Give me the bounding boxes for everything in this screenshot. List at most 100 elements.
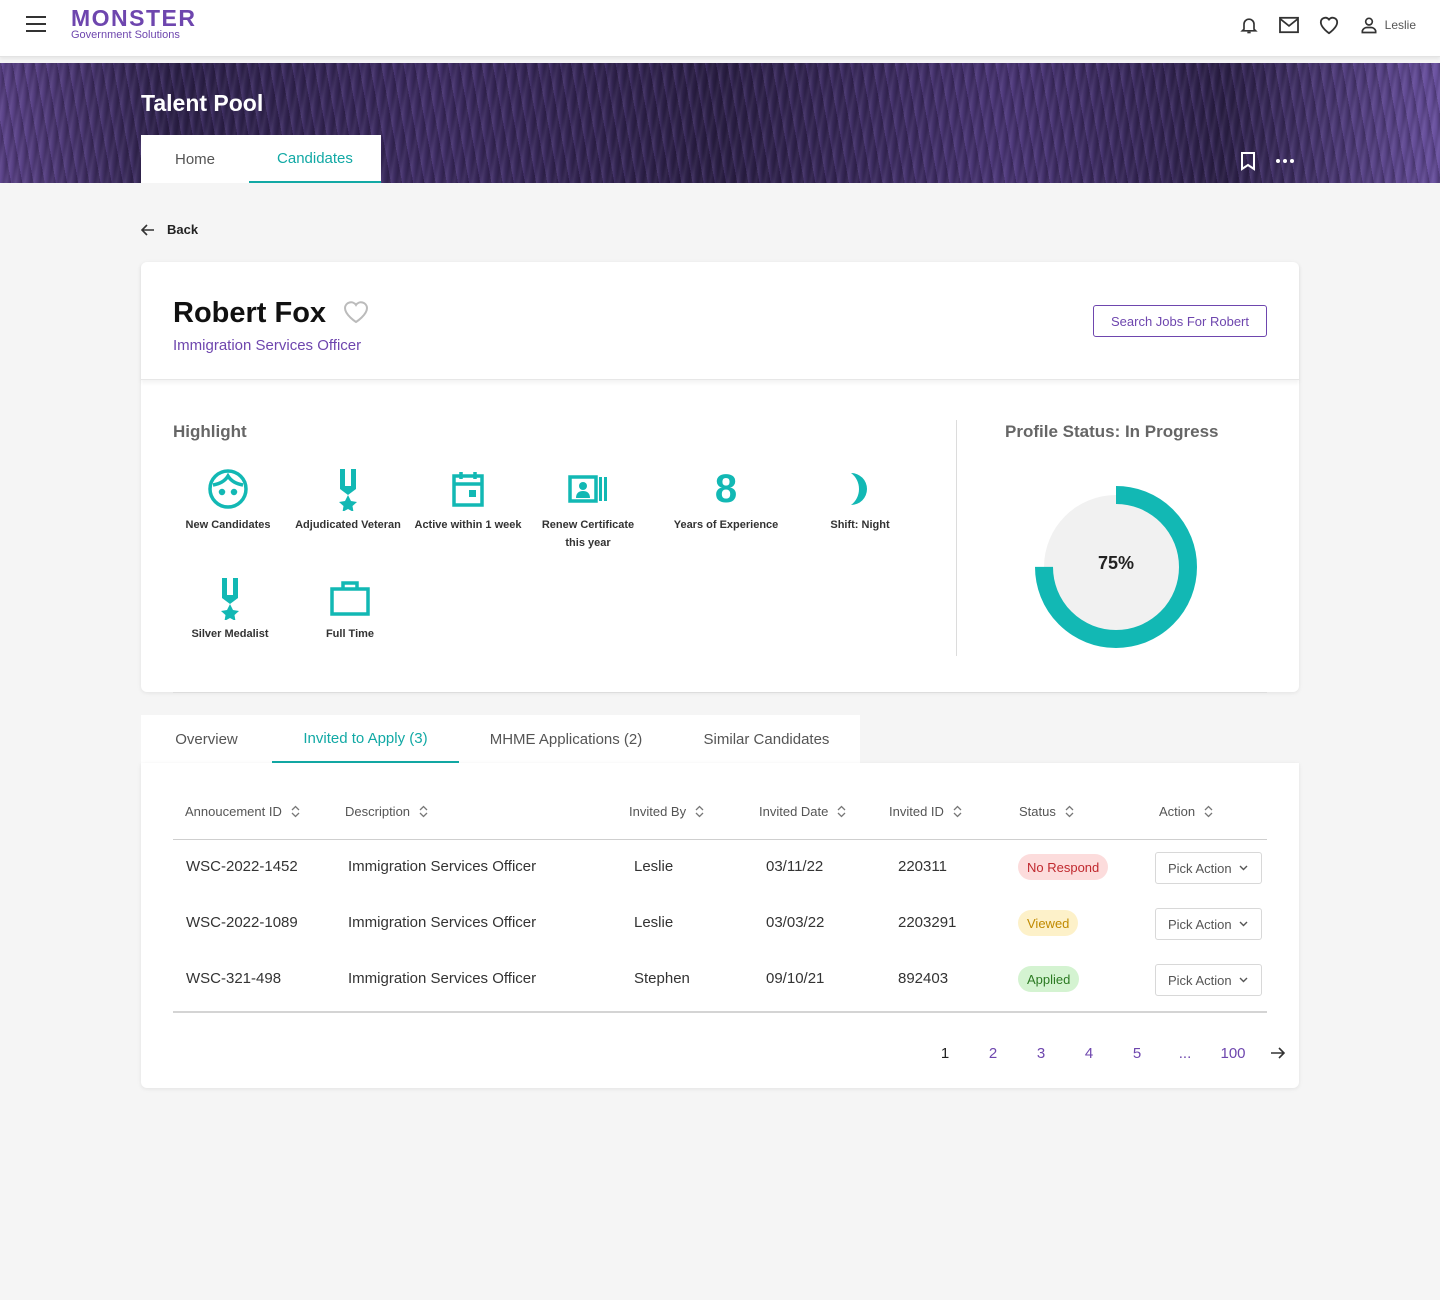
profile-header: Robert Fox Immigration Services Officer … (141, 262, 1299, 380)
candidate-profile-card: Robert Fox Immigration Services Officer … (141, 262, 1299, 693)
page-title: Talent Pool (141, 90, 264, 116)
highlight-years-experience: 8 Years of Experience (671, 467, 781, 534)
column-label: Invited ID (889, 804, 944, 819)
column-label: Annoucement ID (185, 804, 282, 819)
highlight-label: Active within 1 week (414, 519, 522, 531)
highlight-full-time: Full Time (295, 576, 405, 643)
highlight-label: Shift: Night (830, 519, 890, 531)
heart-icon[interactable] (1317, 13, 1341, 37)
highlight-label: Years of Experience (673, 519, 779, 531)
tab-similar-candidates[interactable]: Similar Candidates (673, 715, 860, 763)
pick-action-dropdown[interactable]: Pick Action (1155, 852, 1262, 884)
highlight-label: Full Time (325, 628, 375, 640)
page-3[interactable]: 3 (1017, 1045, 1065, 1062)
cell-description: Immigration Services Officer (348, 970, 537, 987)
highlight-active-within-week: Active within 1 week (413, 467, 523, 534)
page-1[interactable]: 1 (921, 1045, 969, 1062)
sort-icon (837, 805, 846, 818)
page-ellipsis: ... (1178, 1044, 1192, 1062)
chevron-down-icon (1239, 865, 1248, 871)
tab-candidates[interactable]: Candidates (249, 135, 381, 183)
sort-icon (419, 805, 428, 818)
cell-invited-by: Leslie (634, 914, 674, 931)
chevron-down-icon (1239, 977, 1248, 983)
column-label: Status (1019, 804, 1056, 819)
cell-announcement-id: WSC-321-498 (186, 970, 282, 987)
highlight-shift-night: Shift: Night (805, 467, 915, 534)
highlight-label: New Candidates (185, 519, 271, 531)
pick-action-label: Pick Action (1168, 972, 1232, 988)
cell-description: Immigration Services Officer (348, 914, 537, 931)
top-navbar: MONSTER Government Solutions Leslie (0, 0, 1440, 57)
mail-icon[interactable] (1277, 13, 1301, 37)
card-bottom-divider (173, 692, 1267, 693)
back-link[interactable]: Back (141, 222, 198, 237)
candidate-job-title: Immigration Services Officer (173, 337, 362, 354)
arrow-left-icon (141, 223, 154, 236)
tab-invited-to-apply[interactable]: Invited to Apply (3) (272, 715, 459, 763)
highlight-label: Renew Certificate this year (541, 519, 635, 549)
pick-action-label: Pick Action (1168, 916, 1232, 932)
cell-description: Immigration Services Officer (348, 858, 537, 875)
page-2[interactable]: 2 (969, 1045, 1017, 1062)
medal-icon (208, 576, 252, 620)
cell-invited-by: Leslie (634, 858, 674, 875)
monster-logo[interactable]: MONSTER Government Solutions (71, 7, 197, 42)
tab-home[interactable]: Home (141, 135, 249, 183)
menu-icon[interactable] (26, 16, 46, 32)
pick-action-dropdown[interactable]: Pick Action (1155, 908, 1262, 940)
sort-icon (953, 805, 962, 818)
highlight-renew-certificate: Renew Certificate this year (533, 467, 643, 552)
calendar-icon (446, 467, 490, 511)
column-description[interactable]: Description (345, 804, 428, 819)
page-5[interactable]: 5 (1113, 1045, 1161, 1062)
column-invited-id[interactable]: Invited ID (889, 804, 962, 819)
search-jobs-button[interactable]: Search Jobs For Robert (1092, 305, 1267, 337)
user-menu[interactable]: Leslie (1359, 15, 1416, 35)
highlight-label: Silver Medalist (191, 628, 269, 640)
user-icon (1361, 17, 1377, 34)
column-label: Invited By (629, 804, 687, 819)
banner-tabs: Home Candidates (141, 135, 381, 183)
status-badge: Applied (1018, 966, 1080, 992)
page-last[interactable]: 100 (1209, 1045, 1257, 1062)
favorite-heart-icon[interactable] (342, 299, 370, 325)
tab-overview[interactable]: Overview (141, 715, 272, 763)
tab-mhme-applications[interactable]: MHME Applications (2) (459, 715, 673, 763)
pagination: 1 2 3 4 5 ... 100 (921, 1041, 1297, 1065)
more-options-icon[interactable] (1274, 150, 1296, 172)
invitations-table-card: Annoucement ID Description Invited By In… (141, 763, 1299, 1088)
logo-wordmark: MONSTER (71, 5, 197, 31)
pick-action-dropdown[interactable]: Pick Action (1155, 964, 1262, 996)
sort-icon (695, 805, 704, 818)
next-page-arrow-icon[interactable] (1257, 1047, 1297, 1059)
logo-subtitle: Government Solutions (71, 29, 180, 41)
column-announcement-id[interactable]: Annoucement ID (185, 804, 300, 819)
column-action[interactable]: Action (1159, 804, 1213, 819)
sort-icon (291, 805, 300, 818)
cell-invited-id: 892403 (898, 970, 949, 987)
status-badge: Viewed (1018, 910, 1079, 936)
header-banner: Talent Pool Home Candidates (0, 63, 1440, 183)
candidate-tabs: Overview Invited to Apply (3) MHME Appli… (141, 715, 860, 763)
cell-invited-id: 220311 (898, 858, 947, 875)
cell-invited-id: 2203291 (898, 914, 957, 931)
bookmark-icon[interactable] (1237, 150, 1259, 172)
briefcase-icon (328, 576, 372, 620)
user-name: Leslie (1384, 18, 1416, 32)
highlight-new-candidates: New Candidates (173, 467, 283, 534)
section-divider (956, 420, 957, 656)
candidate-name: Robert Fox (173, 297, 327, 329)
highlight-label: Adjudicated Veteran (295, 519, 401, 531)
column-invited-date[interactable]: Invited Date (759, 804, 846, 819)
pick-action-label: Pick Action (1168, 860, 1232, 876)
notification-bell-icon[interactable] (1237, 13, 1261, 37)
column-label: Description (345, 804, 411, 819)
page-4[interactable]: 4 (1065, 1045, 1113, 1062)
column-label: Invited Date (759, 804, 829, 819)
sort-icon (1204, 805, 1213, 818)
profile-status-label: Profile Status: In Progress (1005, 422, 1219, 441)
highlight-silver-medalist: Silver Medalist (175, 576, 285, 643)
column-status[interactable]: Status (1019, 804, 1074, 819)
column-invited-by[interactable]: Invited By (629, 804, 704, 819)
